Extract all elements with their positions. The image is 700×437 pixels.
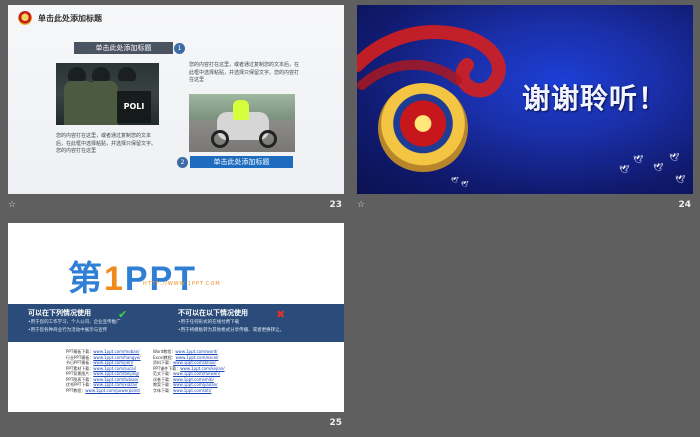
link-label: Word教程： bbox=[153, 349, 176, 354]
star-icon[interactable]: ☆ bbox=[8, 200, 16, 210]
thanks-title: 谢谢聆听！ bbox=[522, 82, 668, 115]
not-allowed-line-1: •用于任何形式的在线付费下载 bbox=[178, 320, 240, 325]
link-url[interactable]: www.1ppt.com/kejian/ bbox=[180, 366, 224, 371]
link-label: 资料下载： bbox=[153, 360, 173, 365]
slide-title: 单击此处添加标题 bbox=[38, 14, 102, 23]
link-label: PPT背景图片： bbox=[66, 371, 94, 376]
headline-bar-2: 单击此处添加标题 bbox=[190, 156, 293, 168]
slide-25-meta: 25 bbox=[8, 416, 344, 430]
dove-icon: 🕊 bbox=[461, 181, 469, 188]
link-url[interactable]: www.1ppt.com/ziti/ bbox=[173, 388, 211, 393]
riot-police-photo: POLI bbox=[56, 63, 159, 125]
bullet-number-1: 1 bbox=[174, 43, 185, 54]
text-right: 您的内容打在这里，或者通过复制您的文本后，在此框中选择粘贴，并选择只保留文字。您… bbox=[189, 62, 300, 83]
link-url[interactable]: www.1ppt.com/jiaoan/ bbox=[173, 382, 218, 387]
slide-thumbnail-23[interactable]: 单击此处添加标题 单击此处添加标题 1 您的内容打在这里，或者通过复制您的文本后… bbox=[8, 5, 344, 194]
dove-icon: 🕊 bbox=[653, 163, 664, 172]
link-label: 优秀PPT下载： bbox=[66, 382, 94, 387]
1ppt-logo: 第1PPT bbox=[68, 260, 198, 298]
slide-thumbnail-24[interactable]: 谢谢聆听！ 🕊 🕊 🕊 🕊 🕊 🕊 🕊 bbox=[357, 5, 693, 194]
police-shield: POLI bbox=[117, 91, 151, 123]
cross-icon: ✖ bbox=[276, 308, 286, 321]
not-allowed-title: 不可以在以下情况使用 bbox=[178, 309, 248, 317]
slide-number: 24 bbox=[678, 200, 691, 210]
dove-icon: 🕊 bbox=[619, 165, 630, 174]
link-url[interactable]: www.1ppt.com/moban/ bbox=[93, 349, 139, 354]
link-url[interactable]: www.1ppt.com/word/ bbox=[175, 349, 217, 354]
link-url[interactable]: www.1ppt.com/powerpoint/ bbox=[85, 388, 140, 393]
link-url[interactable]: www.1ppt.com/fanwen/ bbox=[173, 371, 220, 376]
link-url[interactable]: www.1ppt.com/tubiao/ bbox=[93, 377, 138, 382]
link-list-left: PPT模板下载：www.1ppt.com/moban/行业PPT模板：www.1… bbox=[66, 349, 141, 393]
link-label: Excel教程： bbox=[153, 354, 176, 360]
link-url[interactable]: www.1ppt.com/sucai/ bbox=[93, 366, 136, 371]
link-label: PPT素材下载： bbox=[66, 365, 94, 371]
link-label: 行业PPT模板： bbox=[66, 354, 94, 360]
link-url[interactable]: www.1ppt.com/xiazai/ bbox=[93, 382, 137, 387]
allowed-line-2: •用于您各种商业行为活动中展示与宣传 bbox=[28, 328, 108, 333]
logo-url: HTTP://WWW.1PPT.COM bbox=[143, 281, 221, 287]
police-motorcycle-photo bbox=[189, 94, 295, 152]
dove-icon: 🕊 bbox=[675, 175, 686, 184]
link-label: 范文下载： bbox=[153, 371, 173, 376]
link-url[interactable]: www.1ppt.com/shiti/ bbox=[173, 377, 214, 382]
link-label: 字体下载： bbox=[153, 387, 173, 393]
slide-number: 25 bbox=[329, 418, 342, 428]
slide-thumbnail-25[interactable]: 第1PPT HTTP://WWW.1PPT.COM 可以在下列情况使用 ✔ •用… bbox=[8, 223, 344, 412]
link-url[interactable]: www.1ppt.com/hangye/ bbox=[93, 355, 140, 360]
headline-bar-1: 单击此处添加标题 bbox=[74, 42, 173, 54]
not-allowed-line-2: •用于将模板转为其他格式分享传播、或者更换转让。 bbox=[178, 328, 285, 333]
link-label: PPT教程： bbox=[66, 387, 86, 393]
link-url[interactable]: www.1ppt.com/beijing/ bbox=[93, 371, 139, 376]
link-url[interactable]: www.1ppt.com/ziliao/ bbox=[173, 360, 216, 365]
dove-icon: 🕊 bbox=[669, 153, 680, 162]
link-label: 试卷下载： bbox=[153, 376, 173, 382]
allowed-title: 可以在下列情况使用 bbox=[28, 309, 91, 317]
star-icon[interactable]: ☆ bbox=[357, 200, 365, 210]
slide-24-meta: ☆ 24 bbox=[357, 198, 693, 212]
link-row: 字体下载：www.1ppt.com/ziti/ bbox=[153, 388, 225, 394]
slide-sorter-view: { "slides": [ { "number": "23", "title":… bbox=[0, 0, 700, 437]
link-label: 教案下载： bbox=[153, 382, 173, 387]
bullet-number-2: 2 bbox=[177, 157, 188, 168]
police-badge-emblem bbox=[378, 83, 468, 173]
dove-icon: 🕊 bbox=[451, 177, 459, 184]
dove-icon: 🕊 bbox=[633, 155, 644, 164]
link-url[interactable]: www.1ppt.com/jieri/ bbox=[93, 360, 133, 365]
link-row: PPT教程：www.1ppt.com/powerpoint/ bbox=[66, 388, 141, 394]
link-label: PPT图表下载： bbox=[66, 376, 94, 382]
link-url[interactable]: www.1ppt.com/excel/ bbox=[176, 355, 219, 360]
link-label: 节日PPT模板： bbox=[66, 360, 94, 365]
link-label: PPT模板下载： bbox=[66, 349, 94, 354]
usage-band: 可以在下列情况使用 ✔ •用于您的工作学习、个人公司、企业宣传推广 •用于您各种… bbox=[8, 304, 344, 342]
link-list-right: Word教程：www.1ppt.com/word/Excel教程：www.1pp… bbox=[153, 349, 225, 393]
police-emblem-icon bbox=[18, 11, 32, 25]
slide-23-meta: ☆ 23 bbox=[8, 198, 344, 212]
allowed-line-1: •用于您的工作学习、个人公司、企业宣传推广 bbox=[28, 320, 121, 325]
text-left: 您的内容打在这里，或者通过复制您的文本后，在此框中选择粘贴，并选择只保留文字。您… bbox=[56, 133, 157, 154]
slide-number: 23 bbox=[329, 200, 342, 210]
link-label: PPT课件下载： bbox=[153, 365, 181, 371]
